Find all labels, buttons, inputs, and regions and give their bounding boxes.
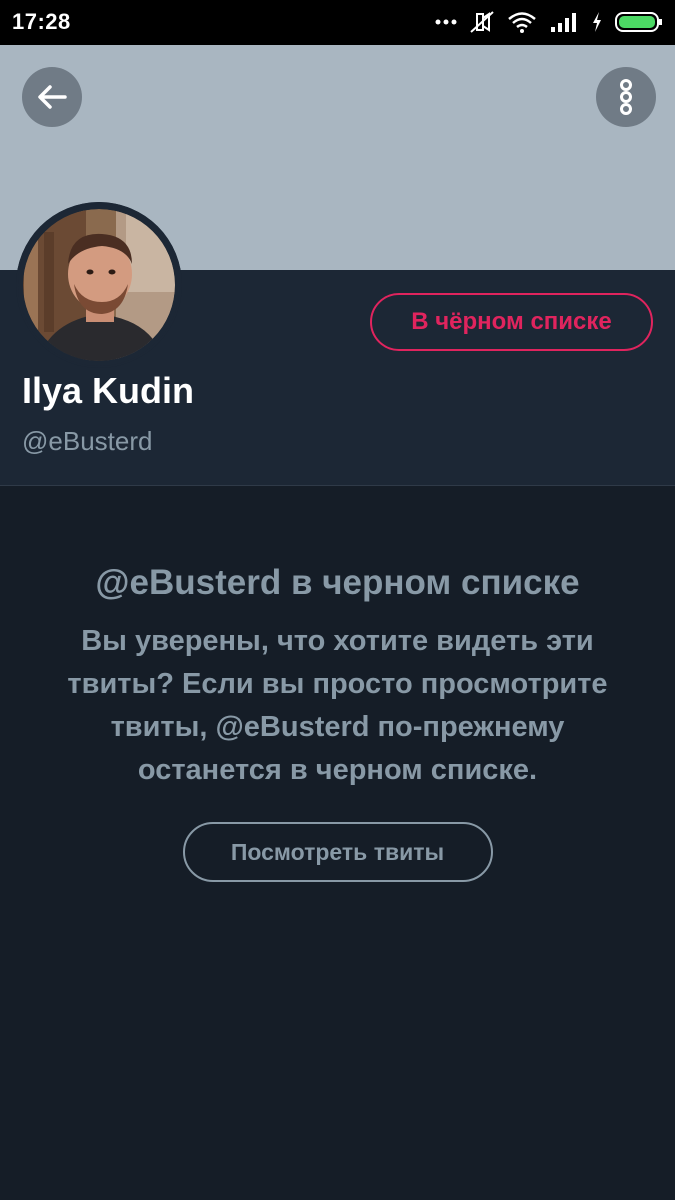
display-name: Ilya Kudin xyxy=(22,370,195,411)
profile-screen: 17:28 В чёрном списке Ilya Kudin @eBuste… xyxy=(0,0,675,1200)
battery-icon xyxy=(615,10,663,34)
avatar[interactable] xyxy=(16,202,182,368)
status-icons xyxy=(423,8,663,36)
status-bar: 17:28 xyxy=(0,0,675,45)
more-options-button[interactable] xyxy=(596,67,656,127)
wifi-icon xyxy=(507,11,537,33)
mute-icon xyxy=(469,10,495,34)
username: @eBusterd xyxy=(22,426,153,456)
view-tweets-button[interactable]: Посмотреть твиты xyxy=(182,822,493,882)
charging-icon xyxy=(591,11,603,33)
status-time: 17:28 xyxy=(12,9,71,34)
blocked-button[interactable]: В чёрном списке xyxy=(370,293,653,351)
back-button[interactable] xyxy=(22,67,82,127)
blocked-title: @eBusterd в черном списке xyxy=(95,563,580,602)
blocked-notice: @eBusterd в черном списке Вы уверены, чт… xyxy=(0,486,675,882)
arrow-left-icon xyxy=(38,85,67,109)
dots-icon xyxy=(435,18,457,26)
vertical-dots-icon xyxy=(620,79,632,115)
blocked-description: Вы уверены, что хотите видеть эти твиты?… xyxy=(67,625,608,786)
signal-icon xyxy=(549,11,579,33)
